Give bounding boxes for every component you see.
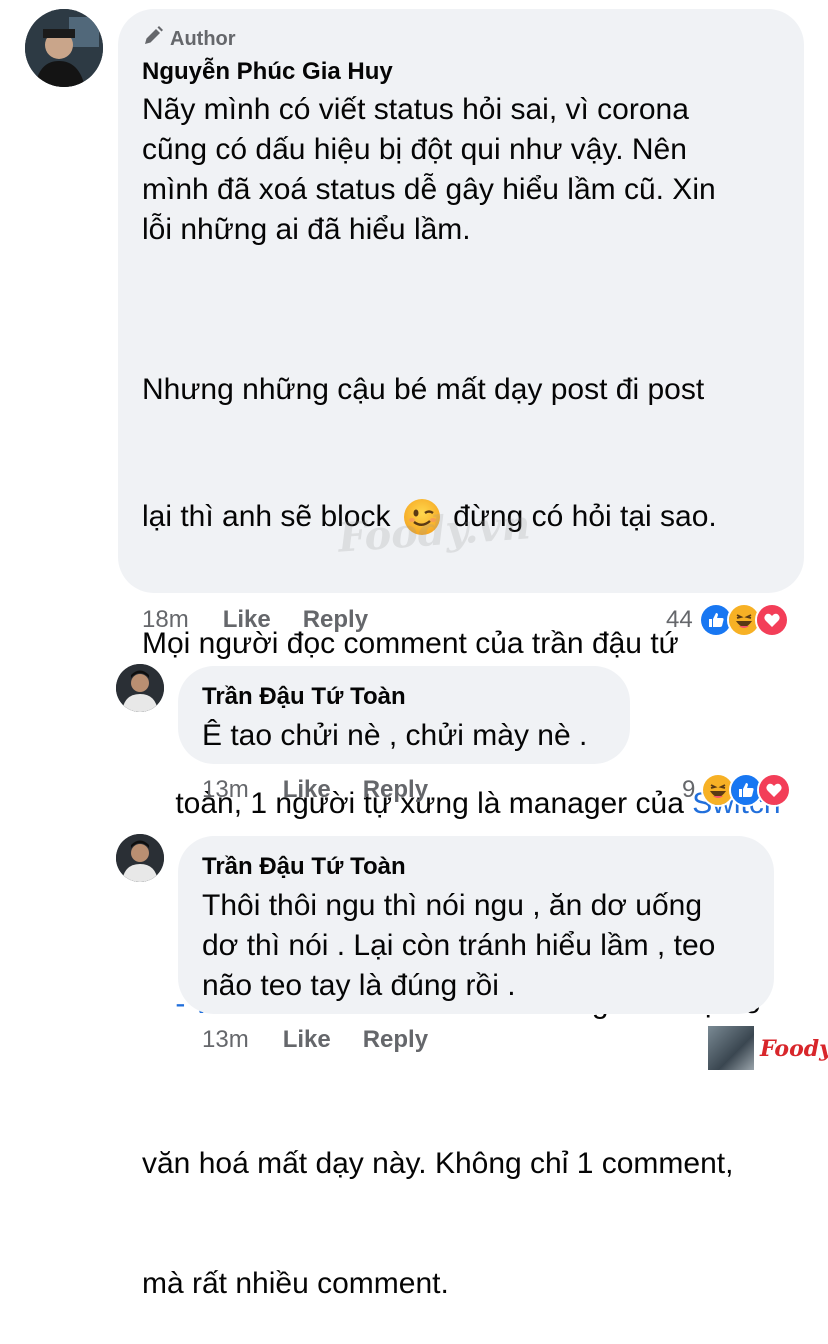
comment-actions: 18m Like Reply — [142, 606, 368, 634]
comment-line: mà rất nhiều comment. — [142, 1267, 449, 1300]
like-button[interactable]: Like — [283, 1026, 331, 1054]
reaction-summary[interactable]: 9 — [682, 773, 792, 807]
brand-logo: Foody.vn — [708, 1022, 828, 1072]
avatar[interactable] — [25, 9, 103, 87]
author-badge-label: Author — [170, 27, 236, 50]
reply-text: Ê tao chửi nè , chửi mày nè . — [202, 719, 588, 752]
comment-actions: 13m Like Reply — [202, 1026, 428, 1054]
commenter-name[interactable]: Trần Đậu Tứ Toàn — [202, 853, 406, 881]
comment-text-paragraph-1: Nãy mình có viết status hỏi sai, vì coro… — [142, 93, 716, 246]
avatar-photo — [116, 834, 164, 882]
timestamp[interactable]: 18m — [142, 606, 189, 634]
brand-logo-text: Foody.vn — [760, 1036, 828, 1062]
comment-line: văn hoá mất dạy này. Không chỉ 1 comment… — [142, 1147, 734, 1180]
comment-line: Nhưng những cậu bé mất dạy post đi post — [142, 373, 705, 406]
reply-text: Thôi thôi ngu thì nói ngu , ăn dơ uống d… — [202, 889, 716, 1002]
love-reaction-icon — [754, 603, 789, 637]
reply-button[interactable]: Reply — [363, 1026, 428, 1054]
avatar-photo — [116, 664, 164, 712]
thumbnail-image — [708, 1026, 754, 1070]
avatar[interactable] — [116, 834, 164, 882]
reply-button[interactable]: Reply — [303, 606, 368, 634]
comment-text-paragraph-2: Nhưng những cậu bé mất dạy post đi post … — [142, 290, 792, 1344]
reply-button[interactable]: Reply — [363, 776, 428, 804]
love-reaction-icon — [757, 773, 792, 807]
commenter-name[interactable]: Trần Đậu Tứ Toàn — [202, 683, 406, 711]
reaction-summary[interactable]: 44 — [666, 603, 789, 637]
commenter-name[interactable]: Nguyễn Phúc Gia Huy — [142, 58, 393, 86]
comment-actions: 13m Like Reply — [202, 776, 428, 804]
reaction-count: 44 — [666, 606, 693, 633]
pencil-icon — [142, 25, 164, 53]
timestamp[interactable]: 13m — [202, 776, 249, 804]
like-button[interactable]: Like — [223, 606, 271, 634]
avatar[interactable] — [116, 664, 164, 712]
reaction-count: 9 — [682, 776, 696, 803]
avatar-photo — [25, 9, 103, 87]
author-badge: Author — [142, 26, 236, 52]
like-button[interactable]: Like — [283, 776, 331, 804]
timestamp[interactable]: 13m — [202, 1026, 249, 1054]
